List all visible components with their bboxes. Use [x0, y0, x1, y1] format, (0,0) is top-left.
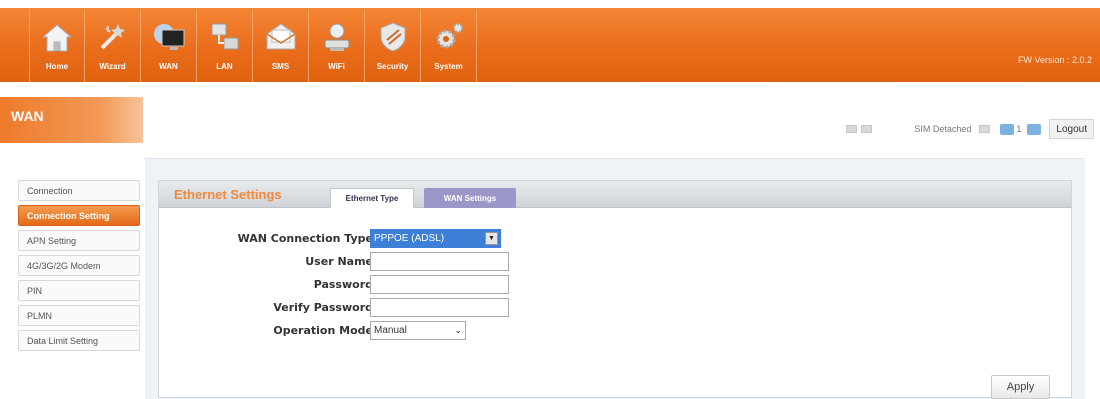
nav-item-home[interactable]: Home [29, 9, 85, 82]
wifi-router-icon [324, 23, 349, 51]
user-name-label: User Name [305, 255, 373, 268]
password-input[interactable] [370, 275, 509, 294]
sidebar-item-connection-setting[interactable]: Connection Setting [18, 205, 140, 226]
panel-title: Ethernet Settings [174, 187, 282, 202]
nav-label-system: System [434, 62, 463, 71]
wizard-icon [100, 24, 125, 50]
main-nav: Home Wizard WAN LAN SMS WiFi Security Sy… [29, 9, 477, 82]
wan-icon [153, 24, 184, 50]
sidebar-item-data-limit[interactable]: Data Limit Setting [18, 330, 140, 351]
header-top-margin [0, 0, 1100, 8]
wan-connection-type-select[interactable]: PPPOE (ADSL) ▼ [370, 229, 501, 248]
verify-password-input[interactable] [370, 298, 509, 317]
sidebar-item-modem[interactable]: 4G/3G/2G Modem [18, 255, 140, 276]
tab-ethernet-type[interactable]: Ethernet Type [330, 188, 414, 208]
nav-label-wan: WAN [159, 62, 178, 71]
row-wan-connection-type: WAN Connection Type PPPOE (ADSL) ▼ [159, 229, 659, 251]
network-icon [1027, 123, 1042, 135]
sidebar-item-connection[interactable]: Connection [18, 180, 140, 201]
nav-item-lan[interactable]: LAN [197, 9, 253, 82]
verify-password-label: Verify Password [273, 301, 373, 314]
chevron-down-icon: ⌄ [454, 325, 462, 335]
gear-icon [436, 23, 463, 49]
nav-label-home: Home [45, 62, 69, 71]
battery-icon [861, 125, 873, 133]
sim-icon [979, 125, 991, 133]
wan-connection-type-value: PPPOE (ADSL) [374, 233, 445, 244]
connected-count: 1 [1016, 124, 1022, 134]
page-title: WAN [11, 108, 44, 124]
nav-item-wan[interactable]: WAN [141, 9, 197, 82]
shield-icon [380, 22, 405, 52]
apply-button[interactable]: Apply [991, 375, 1050, 399]
section-title-tab: WAN [0, 97, 143, 143]
status-area: SIM Detached 1 Logout [846, 119, 1100, 139]
section-strip: WAN SIM Detached 1 Logout [0, 97, 1100, 143]
row-operation-mode: Operation Mode Manual ⌄ [159, 321, 659, 343]
nav-label-wizard: Wizard [99, 62, 126, 71]
home-icon [41, 24, 73, 52]
sidebar-item-apn-setting[interactable]: APN Setting [18, 230, 140, 251]
nav-item-system[interactable]: System [421, 9, 477, 82]
sim-status: SIM Detached [914, 124, 972, 134]
tab-wan-settings[interactable]: WAN Settings [424, 188, 516, 208]
nav-item-security[interactable]: Security [365, 9, 421, 82]
sidebar-item-plmn[interactable]: PLMN [18, 305, 140, 326]
ethernet-settings-panel: Ethernet Settings Ethernet Type WAN Sett… [158, 180, 1072, 399]
lan-icon [211, 23, 238, 50]
nav-label-wifi: WiFi [328, 62, 345, 71]
password-label: Password [313, 278, 373, 291]
sms-icon [266, 23, 295, 50]
nav-label-security: Security [376, 62, 409, 71]
nav-label-sms: SMS [271, 62, 290, 71]
row-user-name: User Name [159, 252, 659, 274]
top-header: Home Wizard WAN LAN SMS WiFi Security Sy… [0, 0, 1100, 82]
operation-mode-select[interactable]: Manual ⌄ [370, 321, 466, 340]
operation-mode-label: Operation Mode [273, 324, 373, 337]
row-verify-password: Verify Password [159, 298, 659, 320]
nav-item-wizard[interactable]: Wizard [85, 9, 141, 82]
user-name-input[interactable] [370, 252, 509, 271]
nav-label-lan: LAN [216, 62, 233, 71]
sidebar: Connection Connection Setting APN Settin… [18, 180, 140, 355]
firmware-version: FW Version : 2.0.2 [1017, 55, 1092, 65]
panel-header: Ethernet Settings Ethernet Type WAN Sett… [159, 181, 1071, 208]
wan-connection-type-label: WAN Connection Type [237, 232, 373, 245]
row-password: Password [159, 275, 659, 297]
sidebar-item-pin[interactable]: PIN [18, 280, 140, 301]
nav-item-wifi[interactable]: WiFi [309, 9, 365, 82]
logout-button[interactable]: Logout [1049, 119, 1094, 139]
nav-item-sms[interactable]: SMS [253, 9, 309, 82]
connected-devices-icon [1000, 123, 1015, 135]
operation-mode-value: Manual [374, 325, 407, 336]
signal-icon [846, 125, 858, 133]
chevron-down-icon: ▼ [485, 232, 498, 245]
